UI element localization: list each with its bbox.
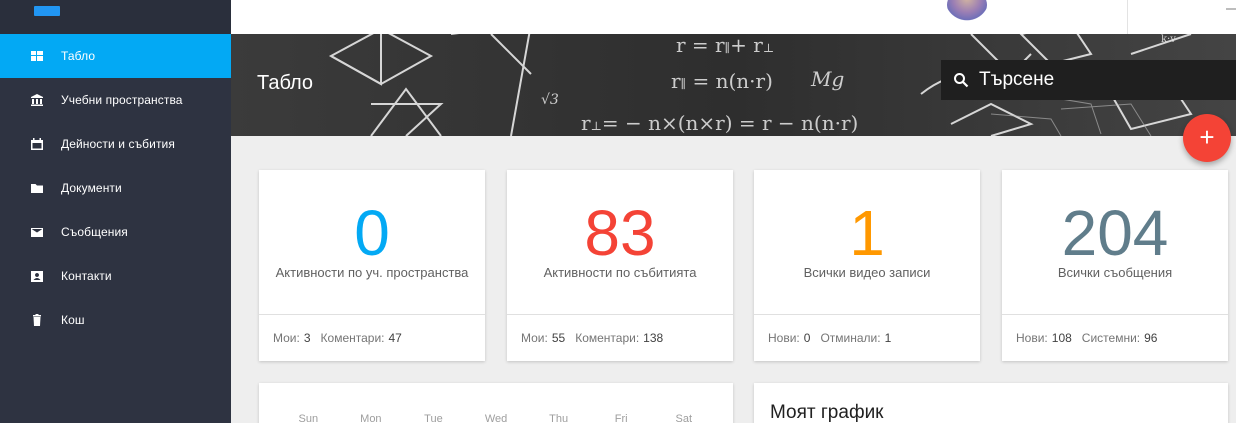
top-bar — [231, 0, 1236, 34]
stat-footer: Нови: 108 Системни: 96 — [1002, 314, 1228, 361]
schedule-widget: Моят график — [754, 383, 1228, 423]
calendar-widget: Sun Mon Tue Wed Thu Fri Sat — [259, 383, 733, 423]
search-box[interactable] — [941, 60, 1236, 100]
stat-value: 204 — [1061, 197, 1169, 269]
stat-foot-value: 3 — [303, 331, 311, 345]
stat-foot-value: 0 — [803, 331, 811, 345]
stat-foot-label: Мои: — [521, 331, 548, 345]
menu-icon[interactable] — [1226, 8, 1236, 10]
dashboard-icon — [31, 50, 43, 62]
stat-caption: Активности по събитията — [543, 265, 697, 280]
weekday-label: Thu — [549, 413, 569, 423]
stat-foot-label: Отминали: — [820, 331, 881, 345]
stat-foot-value: 96 — [1144, 331, 1158, 345]
calendar-icon — [31, 138, 43, 150]
stat-foot-value: 1 — [884, 331, 892, 345]
sidebar-item-messages[interactable]: Съобщения — [0, 210, 231, 254]
svg-text:k·v: k·v — [1161, 34, 1176, 45]
sidebar-item-label: Документи — [61, 181, 122, 195]
logo-bar — [0, 0, 231, 34]
sidebar-item-label: Контакти — [61, 269, 112, 283]
stat-value: 1 — [849, 197, 885, 269]
sidebar-item-label: Съобщения — [61, 225, 128, 239]
stat-foot-label: Нови: — [768, 331, 800, 345]
stat-card-messages[interactable]: 204 Всички съобщения Нови: 108 Системни:… — [1002, 170, 1228, 361]
stat-foot-value: 138 — [643, 331, 664, 345]
sidebar-item-contacts[interactable]: Контакти — [0, 254, 231, 298]
stat-card-event-activities[interactable]: 83 Активности по събитията Мои: 55 Комен… — [507, 170, 733, 361]
stat-value: 0 — [354, 197, 390, 269]
svg-text:r∥ = n(n·r): r∥ = n(n·r) — [671, 69, 773, 93]
mail-icon — [31, 226, 43, 238]
stat-foot-label: Коментари: — [320, 331, 385, 345]
weekday-label: Sun — [298, 413, 319, 423]
weekday-label: Wed — [484, 413, 508, 423]
sidebar-item-classrooms[interactable]: Учебни пространства — [0, 78, 231, 122]
sidebar: Табло Учебни пространства Дейности и съб… — [0, 0, 231, 423]
classroom-icon — [31, 94, 43, 106]
add-button[interactable]: + — [1183, 114, 1231, 162]
stat-card-video-records[interactable]: 1 Всички видео записи Нови: 0 Отминали: … — [754, 170, 980, 361]
stat-caption: Всички съобщения — [1057, 265, 1173, 280]
weekday-label: Mon — [360, 413, 382, 423]
sidebar-item-documents[interactable]: Документи — [0, 166, 231, 210]
stat-card-classroom-activities[interactable]: 0 Активности по уч. пространства Мои: 3 … — [259, 170, 485, 361]
sidebar-item-label: Учебни пространства — [61, 93, 183, 107]
topbar-divider — [1127, 0, 1128, 34]
page-banner: r = r∥+ r⊥ r∥ = n(n·r) Mg r⊥= − n×(n×r) … — [231, 34, 1236, 136]
sidebar-item-trash[interactable]: Кош — [0, 298, 231, 342]
user-avatar[interactable] — [947, 0, 987, 22]
search-icon — [954, 73, 969, 88]
stat-foot-label: Нови: — [1016, 331, 1048, 345]
stat-foot-label: Коментари: — [575, 331, 640, 345]
sidebar-item-label: Табло — [61, 49, 96, 63]
sidebar-item-activities[interactable]: Дейности и събития — [0, 122, 231, 166]
search-input[interactable] — [979, 69, 1219, 91]
stat-foot-label: Мои: — [273, 331, 300, 345]
schedule-title: Моят график — [770, 402, 884, 423]
sidebar-item-dashboard[interactable]: Табло — [0, 34, 231, 78]
folder-icon — [31, 182, 43, 194]
stat-foot-label: Системни: — [1081, 331, 1141, 345]
app-logo[interactable] — [34, 6, 60, 16]
contact-icon — [31, 270, 43, 282]
stat-caption: Всички видео записи — [803, 265, 931, 280]
weekday-label: Tue — [424, 413, 443, 423]
sidebar-item-label: Кош — [61, 313, 85, 327]
stat-footer: Мои: 3 Коментари: 47 — [259, 314, 485, 361]
svg-text:r⊥= − n×(n×r) = r − n(n·r): r⊥= − n×(n×r) = r − n(n·r) — [581, 111, 858, 135]
page-title: Табло — [257, 72, 314, 94]
calendar-weekday-row: Sun Mon Tue Wed Thu Fri Sat — [259, 413, 733, 423]
stat-foot-value: 55 — [551, 331, 566, 345]
stat-footer: Нови: 0 Отминали: 1 — [754, 314, 980, 361]
svg-text:Mg: Mg — [810, 67, 844, 91]
stat-footer: Мои: 55 Коментари: 138 — [507, 314, 733, 361]
sidebar-item-label: Дейности и събития — [61, 137, 175, 151]
stat-foot-value: 47 — [388, 331, 402, 345]
weekday-label: Sat — [675, 413, 693, 423]
stat-caption: Активности по уч. пространства — [275, 265, 469, 280]
stat-foot-value: 108 — [1051, 331, 1072, 345]
weekday-label: Fri — [614, 413, 628, 423]
trash-icon — [31, 314, 43, 326]
stat-value: 83 — [584, 197, 656, 269]
svg-text:√3: √3 — [541, 92, 559, 108]
